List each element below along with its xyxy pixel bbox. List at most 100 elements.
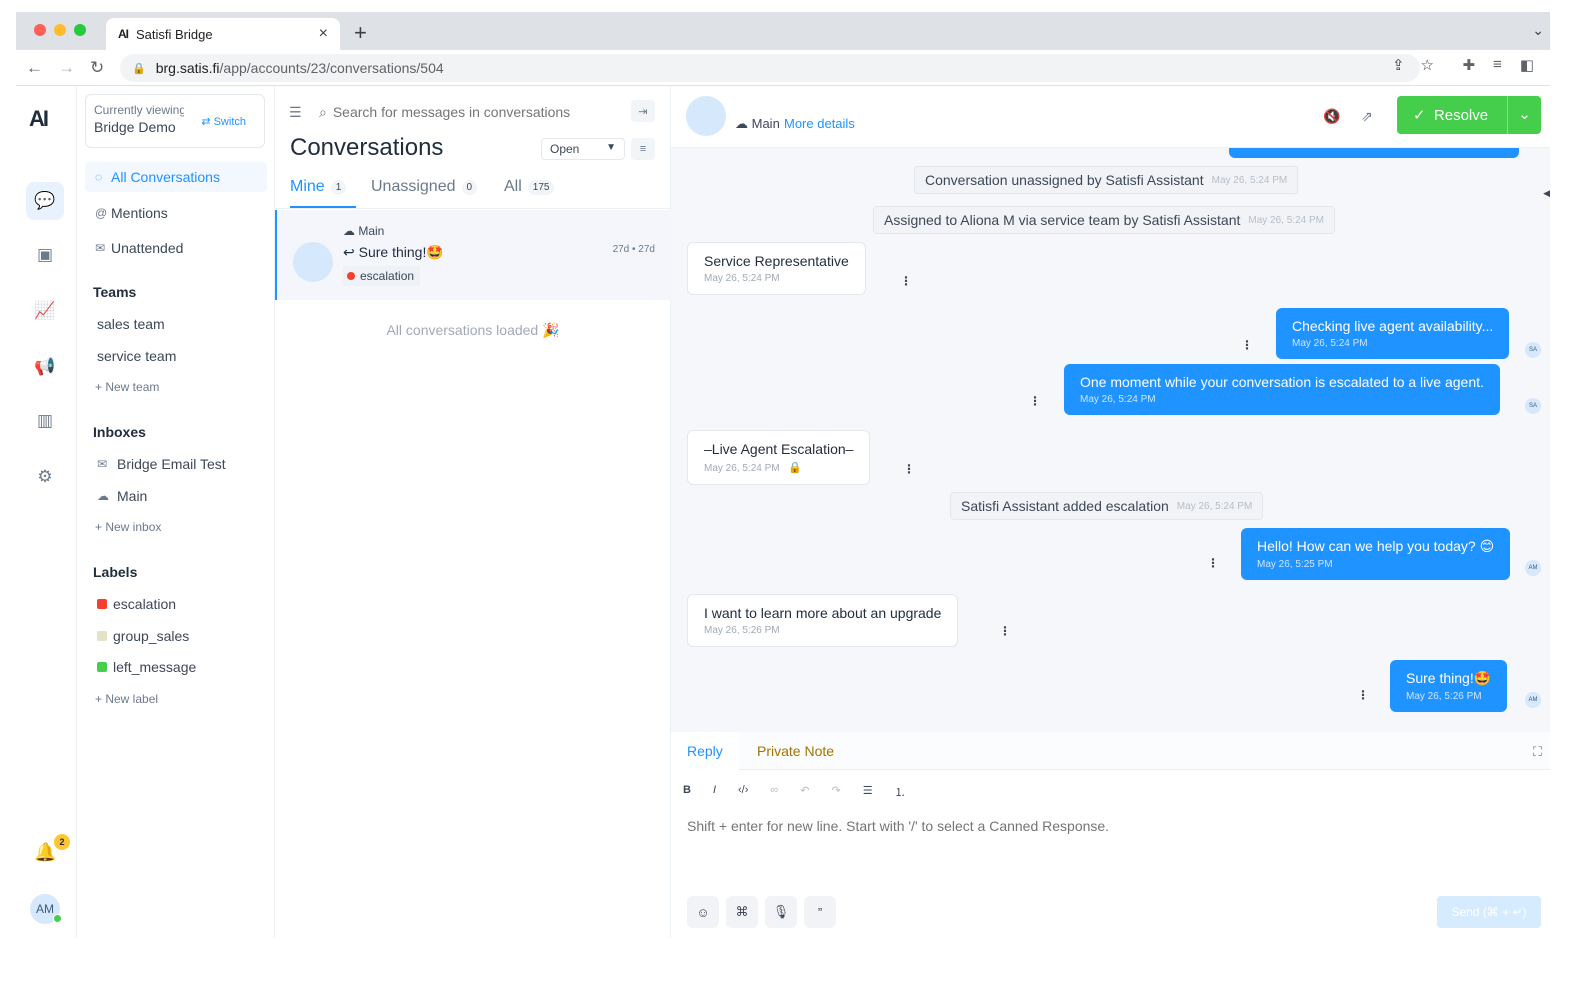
message-list[interactable]: Conversation unassigned by Satisfi Assis… <box>671 148 1550 732</box>
expand-editor-icon[interactable]: ⛶ <box>1533 744 1542 760</box>
new-tab-icon[interactable]: + <box>354 20 367 46</box>
conversations-icon[interactable]: 💬 <box>26 182 64 220</box>
lock-icon: 🔒 <box>132 62 146 75</box>
online-status-dot <box>53 914 62 923</box>
attachment-icon[interactable]: ⌘ <box>726 896 758 928</box>
new-label-link[interactable]: + New label <box>95 692 158 706</box>
activity-time: May 26, 5:24 PM <box>1176 500 1253 512</box>
notifications-bell-icon[interactable]: 🔔 <box>34 842 56 863</box>
sidebar-item-unattended[interactable]: ✉ Unattended <box>85 233 267 263</box>
address-bar[interactable]: 🔒 brg.satis.fi/app/accounts/23/conversat… <box>120 54 1420 82</box>
message-options-icon[interactable]: ⋮ <box>1241 338 1253 352</box>
quote-icon[interactable]: ” <box>804 896 836 928</box>
bookmark-star-icon[interactable]: ☆ <box>1421 56 1434 74</box>
message-time: May 26, 5:26 PM <box>704 625 780 636</box>
sender-avatar: SA <box>1525 398 1541 414</box>
caret-left-icon[interactable]: ◀ <box>1543 188 1550 199</box>
bullet-list-icon[interactable]: ☰ <box>863 784 873 800</box>
redo-icon[interactable]: ↷ <box>831 784 840 800</box>
status-dropdown[interactable]: Open ▼ <box>541 138 625 160</box>
tab-unassigned[interactable]: Unassigned 0 <box>371 178 478 196</box>
card-inbox-name: Main <box>358 224 385 238</box>
header-inbox-name: Main <box>751 116 780 131</box>
message-options-icon[interactable]: ⋮ <box>1357 688 1369 702</box>
account-switcher[interactable]: Currently viewing Bridge Demo ⇄ Switch <box>85 94 265 148</box>
link-icon[interactable]: ∞ <box>770 784 778 800</box>
sidebar-item-mentions[interactable]: @ Mentions <box>85 198 267 228</box>
code-icon[interactable]: ‹/› <box>738 784 748 800</box>
conversation-header: ☁ Main More details 🔇 ⇗ ✓ Resolve ⌄ <box>671 86 1550 148</box>
mute-icon[interactable]: 🔇 <box>1323 108 1340 125</box>
close-tab-icon[interactable]: × <box>319 25 328 43</box>
sidebar-item-label-group-sales[interactable]: group_sales <box>97 628 189 644</box>
microphone-icon[interactable]: 🎙 <box>765 896 797 928</box>
tab-mine[interactable]: Mine 1 <box>290 178 347 196</box>
tab-all[interactable]: All 175 <box>504 178 555 196</box>
sidebar-item-bridge-email-test[interactable]: ✉ Bridge Email Test <box>97 456 226 472</box>
settings-gear-icon[interactable]: ⚙ <box>26 458 64 496</box>
reload-icon[interactable]: ↻ <box>90 58 104 78</box>
reading-list-icon[interactable]: ≡ <box>1493 56 1502 74</box>
sidebar-item-all-conversations[interactable]: ◌ All Conversations <box>85 162 267 192</box>
close-window-button[interactable] <box>34 24 46 36</box>
activity-message: Satisfi Assistant added escalation May 26… <box>950 492 1264 520</box>
sidebar-item-sales-team[interactable]: sales team <box>97 316 165 332</box>
sidebar-item-service-team[interactable]: service team <box>97 348 176 364</box>
sidebar-item-label-left-message[interactable]: left_message <box>97 659 196 675</box>
browser-tab[interactable]: AI Satisfi Bridge × <box>106 18 340 50</box>
reply-input[interactable] <box>687 818 1527 834</box>
conversation-panel: ☁ Main More details 🔇 ⇗ ✓ Resolve ⌄ Conv… <box>671 86 1550 938</box>
side-panel-icon[interactable]: ◧ <box>1520 56 1534 74</box>
campaigns-megaphone-icon[interactable]: 📢 <box>26 348 64 386</box>
sidebar-item-main-inbox[interactable]: ☁ Main <box>97 488 147 504</box>
tab-list-chevron-icon[interactable]: ⌄ <box>1532 22 1544 39</box>
forward-arrow-icon[interactable]: → <box>58 58 75 78</box>
message-options-icon[interactable]: ⋮ <box>900 274 912 288</box>
switch-account-button[interactable]: ⇄ Switch <box>201 115 246 128</box>
extensions-puzzle-icon[interactable]: ✚ <box>1462 56 1475 74</box>
new-inbox-link[interactable]: + New inbox <box>95 520 161 534</box>
italic-icon[interactable]: I <box>713 784 716 800</box>
message-options-icon[interactable]: ⋮ <box>1207 556 1219 570</box>
bold-icon[interactable]: B <box>683 784 691 800</box>
filter-icon[interactable]: ≡ <box>631 138 655 160</box>
resolve-button[interactable]: ✓ Resolve ⌄ <box>1397 96 1541 134</box>
message-time: May 26, 5:26 PM <box>1406 691 1482 702</box>
undo-icon[interactable]: ↶ <box>800 784 809 800</box>
search-input[interactable] <box>332 104 623 120</box>
collapse-panel-icon[interactable]: ⇥ <box>631 100 655 122</box>
maximize-window-button[interactable] <box>74 24 86 36</box>
resolve-main[interactable]: ✓ Resolve <box>1397 106 1507 124</box>
switcher-account: Bridge Demo <box>94 119 176 135</box>
emoji-icon[interactable]: ☺ <box>687 896 719 928</box>
reply-mode-tabs: Reply Private Note ⛶ <box>671 732 1550 770</box>
label-name: escalation <box>113 596 177 612</box>
minimize-window-button[interactable] <box>54 24 66 36</box>
tab-private-note[interactable]: Private Note <box>741 732 850 770</box>
inbox-icon: ✉ <box>95 241 106 255</box>
chevron-down-icon[interactable]: ⌄ <box>1507 96 1541 134</box>
conversation-list-panel: ☰ ⌕ ⇥ Conversations Open ▼ ≡ Mine 1 Unas… <box>275 86 671 938</box>
new-team-link[interactable]: + New team <box>95 380 159 394</box>
back-arrow-icon[interactable]: ← <box>26 58 43 78</box>
share-transcript-icon[interactable]: ⇗ <box>1361 108 1373 125</box>
menu-hamburger-icon[interactable]: ☰ <box>289 104 319 121</box>
share-icon[interactable]: ⇪ <box>1392 56 1405 74</box>
message-text: Hello! How can we help you today? 😊 <box>1257 538 1495 554</box>
tab-reply[interactable]: Reply <box>671 732 739 770</box>
reports-chart-icon[interactable]: 📈 <box>26 292 64 330</box>
contact-avatar[interactable] <box>686 96 726 136</box>
message-options-icon[interactable]: ⋮ <box>903 462 915 476</box>
message-text: One moment while your conversation is es… <box>1080 374 1484 390</box>
contacts-icon[interactable]: ▣ <box>26 236 64 274</box>
cloud-icon: ☁ <box>97 489 109 503</box>
more-details-link[interactable]: More details <box>784 116 855 131</box>
message-options-icon[interactable]: ⋮ <box>999 624 1011 638</box>
conversation-card[interactable]: ☁ Main ↩ Sure thing!🤩 27d • 27d escalati… <box>275 210 671 300</box>
numbered-list-icon[interactable]: ⒈ <box>895 784 906 800</box>
message-options-icon[interactable]: ⋮ <box>1029 394 1041 408</box>
activity-time: May 26, 5:24 PM <box>1211 174 1288 186</box>
sidebar-item-label-escalation[interactable]: escalation <box>97 596 176 612</box>
library-books-icon[interactable]: ▥ <box>26 402 64 440</box>
send-button[interactable]: Send (⌘ + ↵) <box>1437 896 1541 928</box>
